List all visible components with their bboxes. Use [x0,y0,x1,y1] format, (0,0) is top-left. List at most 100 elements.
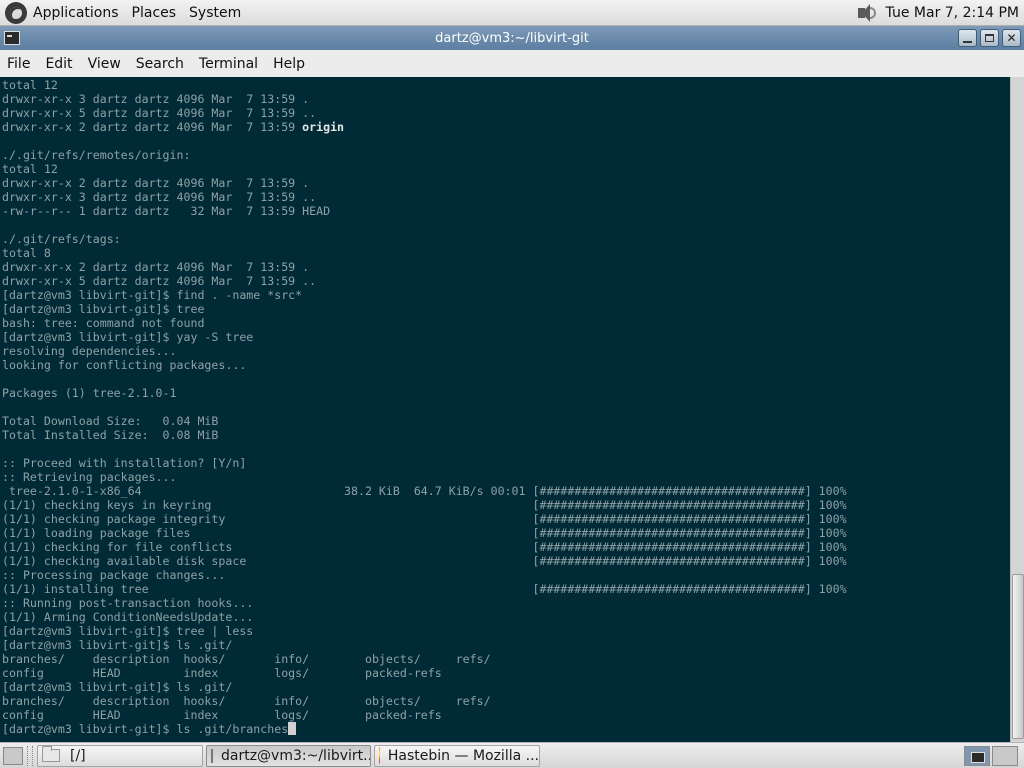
terminal-line: (1/1) loading package files [###########… [2,526,1010,540]
terminal-line-text: total 12 [2,78,58,92]
terminal-line-text: drwxr-xr-x 2 dartz dartz 4096 Mar 7 13:5… [2,260,310,274]
terminal-line-text: resolving dependencies... [2,344,177,358]
terminal-line: [dartz@vm3 libvirt-git]$ find . -name *s… [2,288,1010,302]
terminal-line: resolving dependencies... [2,344,1010,358]
terminal-line-text: branches/ description hooks/ info/ objec… [2,652,491,666]
terminal-line-text: [dartz@vm3 libvirt-git]$ ls .git/branche… [2,722,289,736]
terminal-line: drwxr-xr-x 2 dartz dartz 4096 Mar 7 13:5… [2,260,1010,274]
volume-icon[interactable] [856,3,878,23]
terminal-line-text: [dartz@vm3 libvirt-git]$ find . -name *s… [2,288,303,302]
window-title: dartz@vm3:~/libvirt-git [435,30,589,46]
menu-view[interactable]: View [88,56,121,72]
terminal-line-text: (1/1) loading package files [###########… [2,526,847,540]
workspace-1[interactable] [964,745,990,766]
terminal-line: ./.git/refs/tags: [2,232,1010,246]
terminal-line-text: drwxr-xr-x 5 dartz dartz 4096 Mar 7 13:5… [2,106,317,120]
menu-terminal[interactable]: Terminal [199,56,258,72]
terminal-line: (1/1) checking for file conflicts [#####… [2,540,1010,554]
terminal-line-text: drwxr-xr-x 3 dartz dartz 4096 Mar 7 13:5… [2,190,317,204]
workspace-2[interactable] [992,745,1018,766]
terminal-line-text: Total Download Size: 0.04 MiB [2,414,219,428]
terminal-line: :: Running post-transaction hooks... [2,596,1010,610]
places-menu[interactable]: Places [132,5,177,21]
clock[interactable]: Tue Mar 7, 2:14 PM [886,5,1019,21]
terminal-line: total 12 [2,162,1010,176]
terminal-icon [211,748,213,763]
close-button[interactable]: ✕ [1002,29,1021,47]
terminal-line: (1/1) installing tree [#################… [2,582,1010,596]
terminal-line-text: [dartz@vm3 libvirt-git]$ tree [2,302,205,316]
terminal-line: drwxr-xr-x 5 dartz dartz 4096 Mar 7 13:5… [2,274,1010,288]
task-file-browser[interactable]: [/] [37,744,203,767]
terminal-line-text: (1/1) checking for file conflicts [#####… [2,540,847,554]
top-panel: Applications Places System Tue Mar 7, 2:… [0,0,1024,26]
terminal-window-icon[interactable] [4,31,20,45]
folder-icon [42,746,60,762]
terminal-line: total 8 [2,246,1010,260]
window-title-bar[interactable]: dartz@vm3:~/libvirt-git ✕ [0,26,1024,50]
terminal-lines: total 12 drwxr-xr-x 3 dartz dartz 4096 Ma… [0,77,1010,736]
terminal-line-text: looking for conflicting packages... [2,358,247,372]
minimize-icon [963,40,972,43]
terminal-line: [dartz@vm3 libvirt-git]$ tree [2,302,1010,316]
terminal-line-text: drwxr-xr-x 5 dartz dartz 4096 Mar 7 13:5… [2,274,317,288]
terminal-output[interactable]: total 12 drwxr-xr-x 3 dartz dartz 4096 Ma… [0,77,1010,742]
distro-logo-icon[interactable] [5,1,27,24]
maximize-button[interactable] [980,29,999,47]
bottom-taskbar: [/] dartz@vm3:~/libvirt... Hastebin — Mo… [0,742,1024,768]
menu-file[interactable]: File [7,56,30,72]
terminal-line: config HEAD index logs/ packed-refs [2,666,1010,680]
task-label: Hastebin — Mozilla ... [387,747,539,764]
terminal-line-text: (1/1) checking available disk space [###… [2,554,847,568]
terminal-line: drwxr-xr-x 2 dartz dartz 4096 Mar 7 13:5… [2,176,1010,190]
panel-tray: Tue Mar 7, 2:14 PM [856,3,1024,23]
terminal-line-text: bash: tree: command not found [2,316,205,330]
terminal-line: [dartz@vm3 libvirt-git]$ ls .git/branche… [2,722,1010,736]
menu-search[interactable]: Search [136,56,184,72]
terminal-line: (1/1) checking keys in keyring [########… [2,498,1010,512]
terminal-line: tree-2.1.0-1-x86_64 38.2 KiB 64.7 KiB/s … [2,484,1010,498]
terminal-line: drwxr-xr-x 2 dartz dartz 4096 Mar 7 13:5… [2,120,1010,134]
terminal-line-text: :: Retrieving packages... [2,470,177,484]
menu-edit[interactable]: Edit [45,56,72,72]
terminal-line-text: (1/1) checking package integrity [######… [2,512,847,526]
menu-help[interactable]: Help [273,56,305,72]
terminal-line-text: ./.git/refs/remotes/origin: [2,148,191,162]
terminal-line-text: drwxr-xr-x 3 dartz dartz 4096 Mar 7 13:5… [2,92,310,106]
scrollbar-thumb[interactable] [1012,574,1024,739]
terminal-line: total 12 [2,78,1010,92]
system-menu[interactable]: System [189,5,241,21]
show-desktop-button[interactable] [3,746,23,765]
terminal-line: drwxr-xr-x 5 dartz dartz 4096 Mar 7 13:5… [2,106,1010,120]
terminal-line-text: (1/1) checking keys in keyring [########… [2,498,847,512]
terminal-line-text: :: Processing package changes... [2,568,226,582]
applications-menu[interactable]: Applications [33,5,119,21]
terminal-line: ./.git/refs/remotes/origin: [2,148,1010,162]
task-firefox[interactable]: Hastebin — Mozilla ... [374,744,540,767]
terminal-scrollbar[interactable] [1010,77,1024,742]
maximize-icon [985,34,994,42]
terminal-line: Total Installed Size: 0.08 MiB [2,428,1010,442]
minimize-button[interactable] [958,29,977,47]
terminal-line-text: [dartz@vm3 libvirt-git]$ ls .git/ [2,638,233,652]
task-terminal[interactable]: dartz@vm3:~/libvirt... [206,744,371,767]
terminal-line-text: Total Installed Size: 0.08 MiB [2,428,219,442]
terminal-line: [dartz@vm3 libvirt-git]$ tree | less [2,624,1010,638]
terminal-line: drwxr-xr-x 3 dartz dartz 4096 Mar 7 13:5… [2,92,1010,106]
terminal-line-text: drwxr-xr-x 2 dartz dartz 4096 Mar 7 13:5… [2,176,310,190]
terminal-line: :: Processing package changes... [2,568,1010,582]
taskbar-separator [27,745,33,766]
terminal-line-text: drwxr-xr-x 2 dartz dartz 4096 Mar 7 13:5… [2,120,303,134]
firefox-icon [379,747,380,764]
terminal-line-text: [dartz@vm3 libvirt-git]$ ls .git/ [2,680,233,694]
terminal-line-text: config HEAD index logs/ packed-refs [2,708,442,722]
terminal-cursor [288,722,297,735]
terminal-line-text: :: Proceed with installation? [Y/n] [2,456,247,470]
terminal-line: branches/ description hooks/ info/ objec… [2,694,1010,708]
task-label: [/] [70,747,86,764]
terminal-line: branches/ description hooks/ info/ objec… [2,652,1010,666]
